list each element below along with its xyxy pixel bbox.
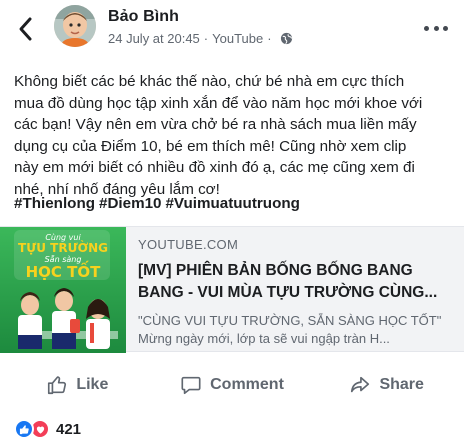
meta-separator: · [267, 31, 272, 46]
post-line: mua đồ dùng học tập xinh xắn để vào năm … [14, 94, 423, 112]
link-domain: YOUTUBE.COM [138, 237, 239, 252]
share-button[interactable]: Share [309, 367, 464, 403]
post-header: Bảo Bình 24 July at 20:45 · YouTube · [0, 0, 464, 60]
thumbs-up-icon [48, 376, 67, 395]
back-chevron-icon[interactable] [14, 14, 38, 44]
globe-icon [280, 32, 293, 45]
thumbnail-caption: Cùng vui TỰU TRƯỜNG Sẵn sàng HỌC TỐT [0, 233, 126, 280]
post-line: các bạn! Vậy nên em vừa chở bé ra nhà sá… [14, 116, 417, 134]
thumb-line4: HỌC TỐT [25, 263, 101, 281]
comment-icon [181, 376, 201, 395]
share-icon [351, 376, 370, 393]
link-title[interactable]: [MV] PHIÊN BẢN BỐNG BỐNG BANG BANG - VUI… [138, 260, 456, 304]
thumb-line2: TỰU TRƯỜNG [18, 241, 108, 255]
more-dots-icon[interactable] [424, 18, 448, 38]
share-label: Share [379, 376, 424, 393]
hashtag-link[interactable]: #Diem10 [99, 195, 161, 212]
reaction-count: 421 [56, 420, 82, 438]
comment-button[interactable]: Comment [155, 367, 310, 403]
comment-label: Comment [210, 376, 284, 393]
post-line: Không biết các bé khác thế nào, chứ bé n… [14, 73, 405, 90]
like-reaction-icon [14, 419, 34, 439]
post-line: dụng cụ của Điểm 10, bé em thích mê! Cũn… [14, 137, 407, 155]
link-card-body: YOUTUBE.COM [MV] PHIÊN BẢN BỐNG BỐNG BAN… [138, 237, 456, 347]
reactions-summary[interactable]: 421 [14, 417, 81, 441]
post-date[interactable]: 24 July at 20:45 [108, 31, 200, 46]
post-actions: Like Comment Share [0, 367, 464, 403]
like-button[interactable]: Like [0, 367, 155, 403]
link-preview-card[interactable]: Cùng vui TỰU TRƯỜNG Sẵn sàng HỌC TỐT YOU… [0, 226, 464, 353]
post-line: này em mới biết có nhiều đồ xinh đó ạ, c… [14, 159, 415, 177]
post-body: Không biết các bé khác thế nào, chứ bé n… [14, 71, 454, 201]
post-source: YouTube [212, 31, 264, 46]
video-thumbnail[interactable]: Cùng vui TỰU TRƯỜNG Sẵn sàng HỌC TỐT [0, 227, 126, 353]
link-description: "CÙNG VUI TỰU TRƯỜNG, SẴN SÀNG HỌC TỐT" … [138, 313, 442, 346]
like-label: Like [76, 376, 109, 393]
hashtags: #Thienlong #Diem10 #Vuimuatuutruong [14, 195, 304, 212]
post-meta: 24 July at 20:45 · YouTube · [108, 31, 293, 46]
meta-separator: · [203, 31, 209, 46]
hashtag-link[interactable]: #Thienlong [14, 195, 95, 212]
author-name[interactable]: Bảo Bình [108, 8, 179, 26]
avatar[interactable] [54, 5, 96, 47]
hashtag-link[interactable]: #Vuimuatuutruong [165, 195, 299, 212]
